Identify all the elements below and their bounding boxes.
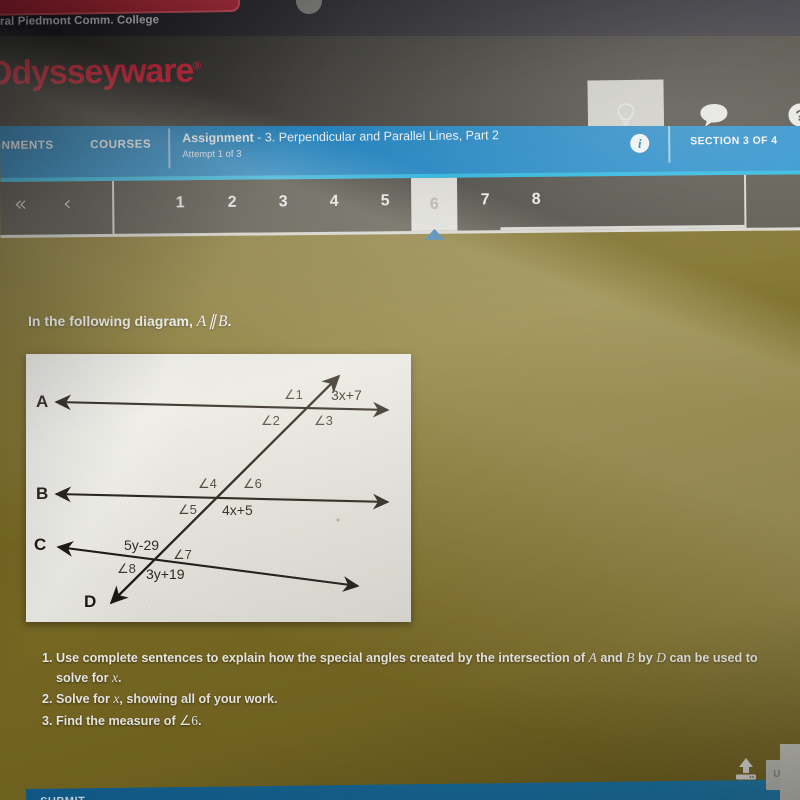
- page-button-8[interactable]: 8: [519, 191, 553, 209]
- previous-page-button[interactable]: ‹: [50, 191, 84, 215]
- question-item-3: Find the measure of ∠6.: [56, 711, 784, 731]
- diagram-angle-3: ∠3: [314, 413, 333, 428]
- page-button-3[interactable]: 3: [266, 193, 300, 211]
- assignment-title-line: Assignment - 3. Perpendicular and Parall…: [182, 127, 602, 145]
- diagram-angle-6: ∠6: [243, 476, 262, 491]
- logo-text: Odysseyware: [0, 51, 194, 93]
- lightbulb-icon: [588, 93, 664, 126]
- paper-speck: [336, 518, 340, 522]
- q1-var-a: A: [588, 650, 597, 665]
- section-indicator: SECTION 3 OF 4: [690, 134, 778, 148]
- diagram-angle-4: ∠4: [198, 476, 217, 491]
- diagram-expression-4x5: 4x+5: [222, 502, 253, 518]
- diagram-expression-5y29: 5y-29: [124, 537, 159, 553]
- diagram-angle-8: ∠8: [117, 561, 136, 576]
- prompt-period: .: [227, 313, 232, 329]
- q1-part-c: by: [634, 651, 657, 665]
- q1-var-b: B: [626, 650, 635, 665]
- odysseyware-logo[interactable]: Odysseyware®: [0, 52, 200, 94]
- screen-edge-sliver: [780, 744, 800, 800]
- first-page-button[interactable]: «: [3, 192, 37, 216]
- nav-item-assignments[interactable]: IGNMENTS: [0, 139, 54, 152]
- page-button-6-active[interactable]: 6: [410, 177, 458, 240]
- diagram-label-b: B: [36, 484, 48, 503]
- question-prompt: In the following diagram, A ∥ B.: [28, 312, 231, 331]
- q1-part-b: and: [596, 651, 627, 665]
- logo-registered-mark: ®: [193, 60, 201, 73]
- q1-part-a: Use complete sentences to explain how th…: [56, 651, 589, 665]
- browser-tab-title: ral Piedmont Comm. College: [0, 14, 160, 28]
- page-number-strip: « ‹ 1 2 3 4 5 6 7 8: [0, 174, 800, 240]
- diagram-expression-3x7: 3x+7: [331, 387, 362, 403]
- assignment-separator: -: [253, 130, 265, 145]
- diagram-line-b: [54, 486, 390, 510]
- header-action-help[interactable]: ? HE: [762, 93, 800, 126]
- q3-part-b: .: [198, 713, 202, 728]
- browser-tab-bar: ral Piedmont Comm. College: [0, 0, 800, 36]
- chat-bubble-icon: [676, 93, 752, 126]
- q2-part-b: , showing all of your work.: [119, 692, 278, 707]
- question-item-1: Use complete sentences to explain how th…: [56, 648, 784, 687]
- assignment-label: Assignment: [182, 130, 254, 146]
- page-button-6-label: 6: [429, 195, 439, 213]
- prompt-text: In the following diagram,: [28, 313, 193, 329]
- page-button-2[interactable]: 2: [215, 194, 249, 212]
- question-content: In the following diagram, A ∥ B. A B C D…: [0, 240, 800, 800]
- diagram-label-d: D: [84, 592, 96, 611]
- geometry-diagram: A B C D ∠1 ∠2 ∠3 3x+7 ∠4 ∠6 ∠5 4x+5 5y-2…: [26, 354, 411, 622]
- diagram-line-c: [56, 541, 360, 592]
- question-list: Use complete sentences to explain how th…: [34, 648, 784, 732]
- diagram-angle-1: ∠1: [284, 387, 303, 402]
- q1-part-e: .: [118, 670, 122, 685]
- diagram-svg: A B C D ∠1 ∠2 ∠3 3x+7 ∠4 ∠6 ∠5 4x+5 5y-2…: [34, 374, 390, 611]
- footer-submit-label: SUBMIT: [40, 795, 85, 800]
- q3-angle-6: ∠6: [179, 712, 199, 728]
- diagram-label-a: A: [36, 392, 48, 411]
- diagram-line-a: [54, 394, 390, 418]
- q2-part-a: Solve for: [56, 692, 114, 707]
- active-page-caret-icon: [424, 228, 445, 240]
- prompt-variable-a: A: [196, 313, 207, 330]
- page-button-7[interactable]: 7: [468, 191, 502, 209]
- diagram-expression-3y19: 3y+19: [146, 566, 185, 582]
- header-action-message[interactable]: MESSAGE: [676, 93, 753, 126]
- question-item-2: Solve for x, showing all of your work.: [56, 689, 784, 709]
- assignment-title-block: Assignment - 3. Perpendicular and Parall…: [182, 127, 602, 160]
- svg-text:?: ?: [795, 107, 800, 124]
- diagram-label-c: C: [34, 535, 46, 554]
- q1-var-d: D: [656, 650, 666, 665]
- diagram-angle-5: ∠5: [178, 502, 197, 517]
- assignment-title: 3. Perpendicular and Parallel Lines, Par…: [264, 128, 500, 145]
- nav-item-courses[interactable]: COURSES: [90, 139, 151, 152]
- q3-part-a: Find the measure of: [56, 713, 180, 728]
- page-button-4[interactable]: 4: [317, 193, 351, 211]
- device-screen-photo: ral Piedmont Comm. College Odysseyware® …: [0, 0, 800, 800]
- section-divider: [668, 124, 671, 163]
- page-button-1[interactable]: 1: [163, 194, 197, 212]
- question-circle-icon: ?: [762, 93, 800, 126]
- info-icon[interactable]: i: [630, 133, 650, 153]
- prompt-parallel-symbol: ∥: [208, 313, 216, 330]
- diagram-angle-7: ∠7: [173, 547, 192, 562]
- question-ordered-list: Use complete sentences to explain how th…: [34, 648, 784, 730]
- page-button-5[interactable]: 5: [368, 192, 402, 210]
- app-header: Odysseyware® LEARN MESSAGE: [0, 36, 800, 126]
- upload-icon[interactable]: [733, 756, 759, 787]
- diagram-angle-2: ∠2: [261, 413, 280, 428]
- header-action-learn[interactable]: LEARN: [587, 79, 665, 126]
- assignment-divider: [168, 128, 171, 169]
